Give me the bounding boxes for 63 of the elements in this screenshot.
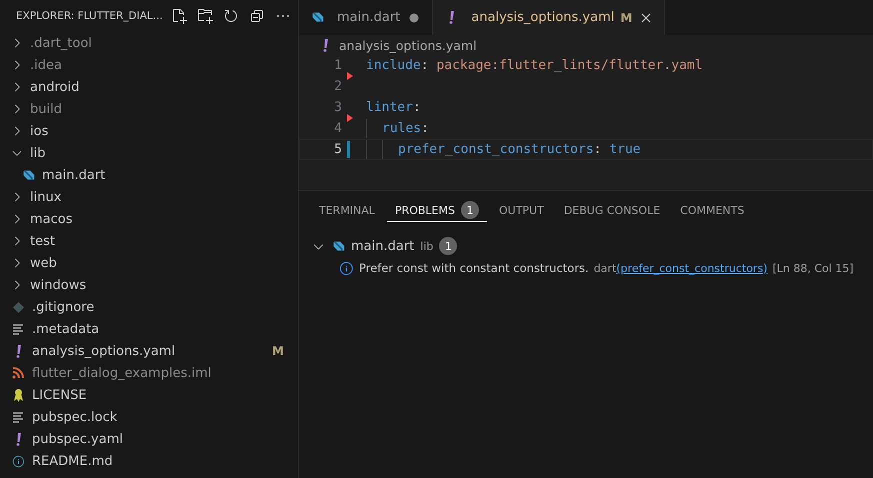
exclamation-icon [448, 11, 454, 24]
problem-folder: lib [420, 240, 434, 252]
panel-tab[interactable]: TERMINAL [311, 199, 383, 222]
file-item[interactable]: .metadata [0, 318, 298, 340]
breadcrumb[interactable]: analysis_options.yaml [339, 38, 477, 52]
file-item[interactable]: main.dart [0, 164, 298, 186]
exclamation-icon [322, 38, 328, 52]
line-number: 4 [333, 121, 342, 136]
folder-item[interactable]: test [0, 230, 298, 252]
problem-file-row[interactable]: main.dart lib 1 [299, 235, 873, 257]
problem-source: dart [594, 262, 616, 274]
modified-label: M [272, 344, 284, 358]
file-item[interactable]: README.md [0, 450, 298, 472]
rule-link[interactable]: (prefer_const_constructors) [616, 262, 768, 274]
folder-item[interactable]: linux [0, 186, 298, 208]
info-icon [12, 454, 24, 468]
line-number: 5 [333, 142, 342, 157]
dart-file-icon [22, 168, 34, 182]
folder-item[interactable]: .idea [0, 54, 298, 76]
code-line: rules: [382, 121, 429, 136]
line-number: 2 [333, 79, 342, 94]
line-number: 1 [333, 58, 342, 73]
problem-file-name: main.dart [351, 238, 414, 254]
problem-entry[interactable]: Prefer const with constant constructors. dart(prefer_const_constructors) [Ln 88, Col 15] [299, 257, 873, 279]
rss-icon [12, 367, 24, 379]
line-number: 3 [333, 100, 342, 115]
file-item[interactable]: LICENSE [0, 384, 298, 406]
editor-tab[interactable]: analysis_options.yaml M [433, 0, 666, 35]
file-item[interactable]: analysis_options.yaml M [0, 340, 298, 362]
explorer-title: EXPLORER: FLUTTER_DIAL... [16, 10, 163, 22]
dart-file-icon [310, 11, 324, 24]
file-item[interactable]: .gitignore [0, 296, 298, 318]
exclamation-icon [16, 432, 20, 446]
lines-icon [12, 324, 24, 334]
code-line: linter: [366, 100, 421, 115]
folder-item[interactable]: android [0, 76, 298, 98]
panel-tab[interactable]: DEBUG CONSOLE [556, 199, 668, 222]
lines-icon [12, 412, 24, 422]
folder-item[interactable]: windows [0, 274, 298, 296]
folder-item[interactable]: build [0, 98, 298, 120]
problem-message: Prefer const with constant constructors. [359, 261, 589, 275]
dart-file-icon [332, 240, 345, 252]
ribbon-icon [12, 388, 24, 402]
problem-location: [Ln 88, Col 15] [772, 262, 854, 274]
file-item[interactable]: flutter_dialog_examples.iml [0, 362, 298, 384]
folder-item[interactable]: macos [0, 208, 298, 230]
file-item[interactable]: pubspec.yaml [0, 428, 298, 450]
folder-item[interactable]: .dart_tool [0, 32, 298, 54]
panel-tab[interactable]: PROBLEMS 1 [386, 199, 487, 222]
problem-count: 1 [439, 237, 458, 255]
panel-tab[interactable]: OUTPUT [490, 199, 552, 222]
code-line: prefer_const_constructors: true [398, 142, 641, 157]
file-item[interactable]: pubspec.lock [0, 406, 298, 428]
diamond-icon [12, 302, 24, 312]
problem-count: 1 [460, 201, 479, 219]
info-icon [339, 260, 354, 276]
panel-tab[interactable]: COMMENTS [672, 199, 752, 222]
code-line: include: package:flutter_lints/flutter.yaml [366, 58, 703, 73]
modified-label: M [620, 10, 632, 24]
folder-item[interactable]: lib [0, 142, 298, 164]
folder-item[interactable]: ios [0, 120, 298, 142]
folder-item[interactable]: web [0, 252, 298, 274]
exclamation-icon [16, 344, 20, 358]
